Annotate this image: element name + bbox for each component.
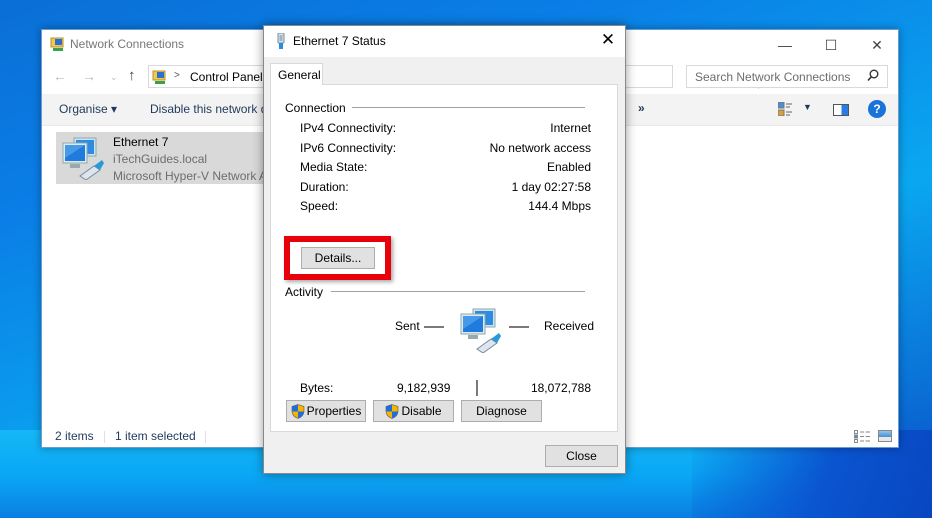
organise-menu[interactable]: Organise ▾ — [59, 102, 117, 116]
properties-label: Properties — [306, 404, 362, 418]
disable-label: Disable — [401, 404, 442, 418]
close-window-button[interactable]: ✕ — [854, 30, 900, 60]
disable-button[interactable]: Disable — [373, 400, 454, 422]
maximize-button[interactable]: ☐ — [808, 30, 854, 60]
search-input[interactable]: Search Network Connections — [686, 65, 888, 88]
search-icon — [867, 69, 879, 82]
uac-shield-icon — [291, 403, 304, 419]
change-view-icon[interactable] — [778, 102, 792, 116]
connection-domain: iTechGuides.local — [113, 152, 208, 166]
details-view-icon[interactable] — [854, 430, 870, 443]
received-connector-line — [509, 326, 529, 328]
tab-general[interactable]: General — [270, 63, 323, 85]
speed-value: 144.4 Mbps — [528, 199, 591, 213]
dialog-titlebar: Ethernet 7 Status ✕ — [264, 26, 625, 57]
recent-locations-button[interactable]: ⌄ — [110, 72, 118, 83]
large-icons-view-icon[interactable] — [878, 430, 892, 442]
forward-button[interactable]: → — [82, 68, 96, 84]
more-commands-button[interactable]: » — [638, 101, 645, 115]
uac-shield-icon — [386, 403, 399, 419]
ipv4-label: IPv4 Connectivity: — [300, 121, 397, 135]
minimize-button[interactable]: — — [762, 30, 808, 60]
close-button[interactable]: Close — [545, 445, 618, 467]
diagnose-button[interactable]: Diagnose — [461, 400, 542, 422]
duration-label: Duration: — [300, 180, 349, 194]
duration-value: 1 day 02:27:58 — [511, 180, 591, 194]
network-adapter-icon — [62, 137, 104, 180]
close-dialog-button[interactable]: ✕ — [596, 30, 620, 50]
bytes-divider — [476, 380, 478, 396]
sent-connector-line — [424, 326, 444, 328]
network-connections-icon — [50, 37, 64, 51]
ipv6-value: No network access — [489, 141, 591, 155]
received-label: Received — [544, 319, 595, 333]
ethernet-cable-icon — [277, 33, 285, 49]
item-count: 2 items — [55, 429, 94, 443]
media-state-value: Enabled — [546, 160, 591, 174]
help-icon[interactable]: ? — [868, 100, 886, 118]
view-dropdown-icon[interactable]: ▼ — [803, 102, 812, 112]
connection-group-label: Connection — [285, 101, 352, 115]
window-title: Network Connections — [70, 37, 185, 51]
selected-count: 1 item selected — [115, 429, 196, 443]
status-divider — [205, 431, 206, 443]
connection-name: Ethernet 7 — [113, 135, 169, 149]
activity-group-label: Activity — [285, 285, 330, 299]
control-panel-icon — [152, 70, 166, 84]
properties-button[interactable]: Properties — [286, 400, 366, 422]
dialog-title: Ethernet 7 Status — [293, 34, 386, 48]
connection-group-line — [341, 107, 585, 108]
breadcrumb-control-panel[interactable]: Control Panel — [190, 70, 263, 84]
connection-adapter: Microsoft Hyper-V Network Adapter — [113, 169, 266, 183]
media-state-label: Media State: — [300, 160, 368, 174]
search-placeholder: Search Network Connections — [695, 70, 851, 84]
general-tab-panel: Connection IPv4 Connectivity: Internet I… — [270, 84, 618, 432]
preview-pane-icon[interactable] — [833, 104, 849, 116]
back-button[interactable]: ← — [53, 68, 67, 84]
details-button[interactable]: Details... — [301, 247, 375, 269]
bytes-received-value: 18,072,788 — [530, 381, 591, 395]
sent-label: Sent — [395, 319, 420, 333]
ipv4-value: Internet — [550, 121, 591, 135]
bytes-sent-value: 9,182,939 — [397, 381, 451, 395]
chevron-right-icon: > — [174, 70, 180, 81]
status-divider — [104, 431, 105, 443]
ethernet-status-dialog: Ethernet 7 Status ✕ General Connection I… — [263, 25, 626, 474]
network-activity-icon — [460, 308, 501, 353]
bytes-label: Bytes: — [300, 381, 334, 395]
activity-group-line — [331, 291, 585, 292]
up-button[interactable]: ↑ — [128, 67, 136, 84]
connection-item-ethernet-7[interactable]: Ethernet 7 iTechGuides.local Microsoft H… — [56, 132, 266, 184]
speed-label: Speed: — [300, 199, 339, 213]
ipv6-label: IPv6 Connectivity: — [300, 141, 397, 155]
